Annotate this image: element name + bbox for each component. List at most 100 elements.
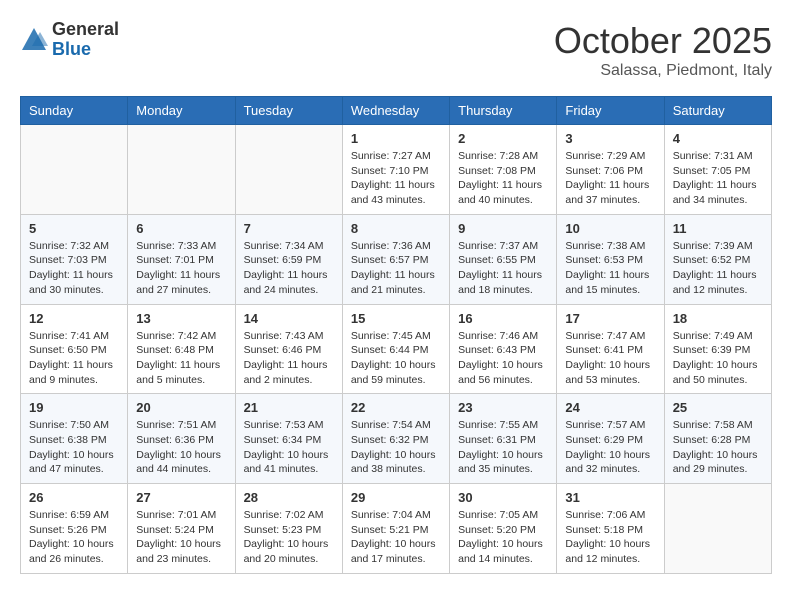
calendar-day-26: 26 Sunrise: 6:59 AMSunset: 5:26 PMDayligh…: [21, 484, 128, 574]
day-number: 1: [351, 131, 441, 146]
day-info: Sunrise: 7:51 AMSunset: 6:36 PMDaylight:…: [136, 418, 226, 477]
day-number: 13: [136, 311, 226, 326]
calendar-table: SundayMondayTuesdayWednesdayThursdayFrid…: [20, 96, 772, 574]
day-info: Sunrise: 7:01 AMSunset: 5:24 PMDaylight:…: [136, 508, 226, 567]
day-number: 3: [565, 131, 655, 146]
day-number: 23: [458, 400, 548, 415]
calendar-day-23: 23 Sunrise: 7:55 AMSunset: 6:31 PMDayligh…: [450, 394, 557, 484]
day-number: 17: [565, 311, 655, 326]
day-info: Sunrise: 7:46 AMSunset: 6:43 PMDaylight:…: [458, 329, 548, 388]
day-info: Sunrise: 7:33 AMSunset: 7:01 PMDaylight:…: [136, 239, 226, 298]
calendar-day-15: 15 Sunrise: 7:45 AMSunset: 6:44 PMDayligh…: [342, 304, 449, 394]
day-number: 22: [351, 400, 441, 415]
logo: General Blue: [20, 20, 119, 60]
logo-blue-text: Blue: [52, 39, 91, 59]
weekday-header-friday: Friday: [557, 97, 664, 125]
day-info: Sunrise: 7:45 AMSunset: 6:44 PMDaylight:…: [351, 329, 441, 388]
calendar-day-8: 8 Sunrise: 7:36 AMSunset: 6:57 PMDaylight…: [342, 214, 449, 304]
day-number: 27: [136, 490, 226, 505]
calendar-day-1: 1 Sunrise: 7:27 AMSunset: 7:10 PMDaylight…: [342, 125, 449, 215]
calendar-day-11: 11 Sunrise: 7:39 AMSunset: 6:52 PMDayligh…: [664, 214, 771, 304]
day-number: 25: [673, 400, 763, 415]
calendar-day-9: 9 Sunrise: 7:37 AMSunset: 6:55 PMDaylight…: [450, 214, 557, 304]
calendar-day-empty: [21, 125, 128, 215]
weekday-header-tuesday: Tuesday: [235, 97, 342, 125]
day-info: Sunrise: 7:32 AMSunset: 7:03 PMDaylight:…: [29, 239, 119, 298]
weekday-header-wednesday: Wednesday: [342, 97, 449, 125]
day-info: Sunrise: 7:37 AMSunset: 6:55 PMDaylight:…: [458, 239, 548, 298]
day-info: Sunrise: 7:58 AMSunset: 6:28 PMDaylight:…: [673, 418, 763, 477]
calendar-day-30: 30Sunrise: 7:05 AMSunset: 5:20 PMDayligh…: [450, 484, 557, 574]
day-number: 12: [29, 311, 119, 326]
calendar-day-7: 7Sunrise: 7:34 AMSunset: 6:59 PMDaylight…: [235, 214, 342, 304]
day-info: Sunrise: 7:29 AMSunset: 7:06 PMDaylight:…: [565, 149, 655, 208]
day-number: 8: [351, 221, 441, 236]
calendar-day-10: 10Sunrise: 7:38 AMSunset: 6:53 PMDayligh…: [557, 214, 664, 304]
day-number: 11: [673, 221, 763, 236]
day-number: 26: [29, 490, 119, 505]
day-number: 28: [244, 490, 334, 505]
weekday-header-monday: Monday: [128, 97, 235, 125]
day-number: 4: [673, 131, 763, 146]
day-number: 29: [351, 490, 441, 505]
day-info: Sunrise: 7:57 AMSunset: 6:29 PMDaylight:…: [565, 418, 655, 477]
calendar-day-3: 3 Sunrise: 7:29 AMSunset: 7:06 PMDaylight…: [557, 125, 664, 215]
day-info: Sunrise: 7:42 AMSunset: 6:48 PMDaylight:…: [136, 329, 226, 388]
calendar-day-13: 13 Sunrise: 7:42 AMSunset: 6:48 PMDayligh…: [128, 304, 235, 394]
calendar-week-row: 19 Sunrise: 7:50 AMSunset: 6:38 PMDayligh…: [21, 394, 772, 484]
logo-text: General Blue: [52, 20, 119, 60]
day-info: Sunrise: 7:31 AMSunset: 7:05 PMDaylight:…: [673, 149, 763, 208]
calendar-day-4: 4 Sunrise: 7:31 AMSunset: 7:05 PMDaylight…: [664, 125, 771, 215]
logo-icon: [20, 26, 48, 54]
day-number: 5: [29, 221, 119, 236]
calendar-day-18: 18 Sunrise: 7:49 AMSunset: 6:39 PMDayligh…: [664, 304, 771, 394]
day-info: Sunrise: 7:04 AMSunset: 5:21 PMDaylight:…: [351, 508, 441, 567]
day-number: 2: [458, 131, 548, 146]
calendar-day-24: 24Sunrise: 7:57 AMSunset: 6:29 PMDayligh…: [557, 394, 664, 484]
calendar-day-20: 20Sunrise: 7:51 AMSunset: 6:36 PMDayligh…: [128, 394, 235, 484]
day-number: 9: [458, 221, 548, 236]
day-info: Sunrise: 7:43 AMSunset: 6:46 PMDaylight:…: [244, 329, 334, 388]
day-info: Sunrise: 7:47 AMSunset: 6:41 PMDaylight:…: [565, 329, 655, 388]
calendar-day-21: 21 Sunrise: 7:53 AMSunset: 6:34 PMDayligh…: [235, 394, 342, 484]
day-info: Sunrise: 7:02 AMSunset: 5:23 PMDaylight:…: [244, 508, 334, 567]
weekday-header-row: SundayMondayTuesdayWednesdayThursdayFrid…: [21, 97, 772, 125]
calendar-day-27: 27 Sunrise: 7:01 AMSunset: 5:24 PMDayligh…: [128, 484, 235, 574]
calendar-day-empty: [664, 484, 771, 574]
day-info: Sunrise: 7:34 AMSunset: 6:59 PMDaylight:…: [244, 239, 334, 298]
day-number: 15: [351, 311, 441, 326]
calendar-day-16: 16Sunrise: 7:46 AMSunset: 6:43 PMDayligh…: [450, 304, 557, 394]
calendar-day-29: 29 Sunrise: 7:04 AMSunset: 5:21 PMDayligh…: [342, 484, 449, 574]
day-info: Sunrise: 7:54 AMSunset: 6:32 PMDaylight:…: [351, 418, 441, 477]
day-info: Sunrise: 7:53 AMSunset: 6:34 PMDaylight:…: [244, 418, 334, 477]
calendar-day-22: 22 Sunrise: 7:54 AMSunset: 6:32 PMDayligh…: [342, 394, 449, 484]
day-number: 10: [565, 221, 655, 236]
day-info: Sunrise: 7:36 AMSunset: 6:57 PMDaylight:…: [351, 239, 441, 298]
calendar-day-31: 31Sunrise: 7:06 AMSunset: 5:18 PMDayligh…: [557, 484, 664, 574]
calendar-day-6: 6 Sunrise: 7:33 AMSunset: 7:01 PMDaylight…: [128, 214, 235, 304]
calendar-day-12: 12Sunrise: 7:41 AMSunset: 6:50 PMDayligh…: [21, 304, 128, 394]
day-info: Sunrise: 7:49 AMSunset: 6:39 PMDaylight:…: [673, 329, 763, 388]
calendar-week-row: 26 Sunrise: 6:59 AMSunset: 5:26 PMDayligh…: [21, 484, 772, 574]
day-info: Sunrise: 7:06 AMSunset: 5:18 PMDaylight:…: [565, 508, 655, 567]
day-number: 30: [458, 490, 548, 505]
day-number: 19: [29, 400, 119, 415]
day-number: 14: [244, 311, 334, 326]
day-number: 21: [244, 400, 334, 415]
calendar-day-14: 14 Sunrise: 7:43 AMSunset: 6:46 PMDayligh…: [235, 304, 342, 394]
day-number: 18: [673, 311, 763, 326]
weekday-header-sunday: Sunday: [21, 97, 128, 125]
day-info: Sunrise: 7:27 AMSunset: 7:10 PMDaylight:…: [351, 149, 441, 208]
location: Salassa, Piedmont, Italy: [554, 62, 772, 80]
day-info: Sunrise: 6:59 AMSunset: 5:26 PMDaylight:…: [29, 508, 119, 567]
day-info: Sunrise: 7:55 AMSunset: 6:31 PMDaylight:…: [458, 418, 548, 477]
day-info: Sunrise: 7:50 AMSunset: 6:38 PMDaylight:…: [29, 418, 119, 477]
day-info: Sunrise: 7:39 AMSunset: 6:52 PMDaylight:…: [673, 239, 763, 298]
day-number: 6: [136, 221, 226, 236]
page-header: General Blue October 2025 Salassa, Piedm…: [20, 20, 772, 80]
logo-general-text: General: [52, 19, 119, 39]
calendar-day-19: 19 Sunrise: 7:50 AMSunset: 6:38 PMDayligh…: [21, 394, 128, 484]
calendar-day-28: 28 Sunrise: 7:02 AMSunset: 5:23 PMDayligh…: [235, 484, 342, 574]
calendar-day-empty: [128, 125, 235, 215]
calendar-week-row: 12Sunrise: 7:41 AMSunset: 6:50 PMDayligh…: [21, 304, 772, 394]
